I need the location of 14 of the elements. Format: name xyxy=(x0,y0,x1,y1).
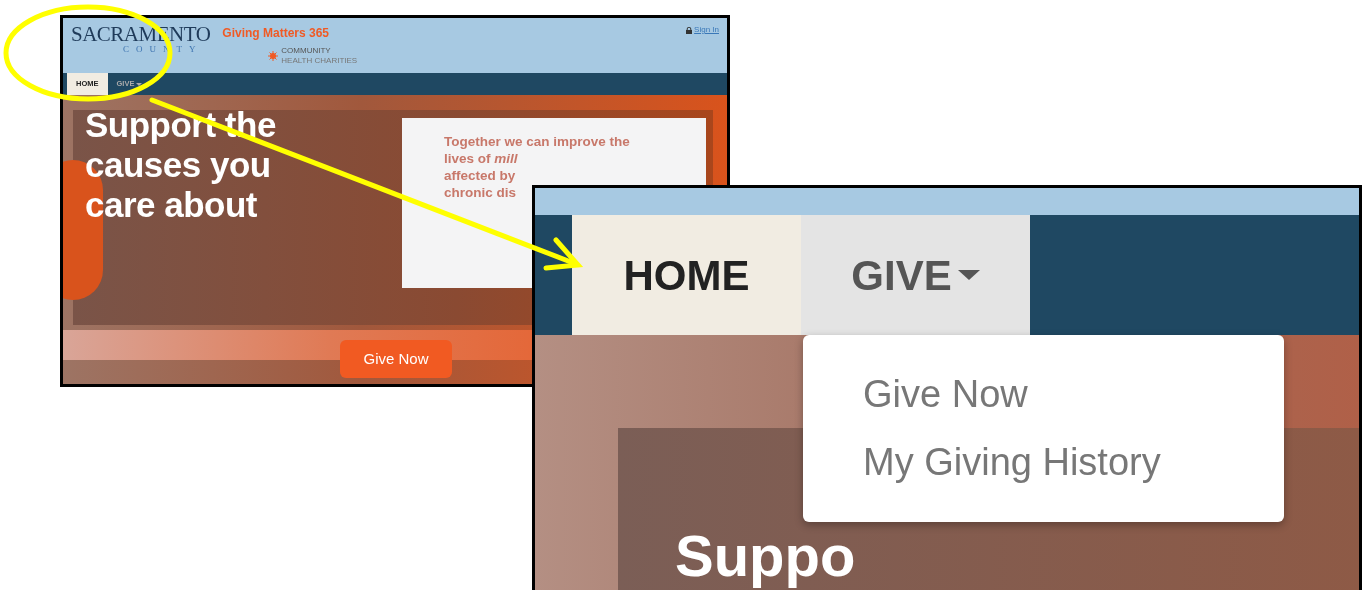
caret-icon xyxy=(957,270,980,280)
sign-in-link[interactable]: Sign In xyxy=(686,24,719,36)
partner-name: COMMUNITY xyxy=(281,46,332,56)
menu-item[interactable]: Give Now xyxy=(863,373,1284,416)
caret-icon xyxy=(136,82,143,86)
nav-tab[interactable]: GIVE xyxy=(801,215,1030,335)
brand-title: Giving Matters 365 xyxy=(222,25,331,42)
partner-subtitle: HEALTH CHARITIES xyxy=(281,55,358,66)
lock-icon xyxy=(686,26,693,34)
menu-item[interactable]: My Giving History xyxy=(863,441,1284,484)
give-now-button[interactable]: Give Now xyxy=(340,340,452,378)
hero-message: Together we can improve the lives of mill affected by chronic dis xyxy=(444,133,630,201)
nav-tab[interactable]: HOME xyxy=(572,215,801,335)
sun-icon xyxy=(268,50,279,61)
